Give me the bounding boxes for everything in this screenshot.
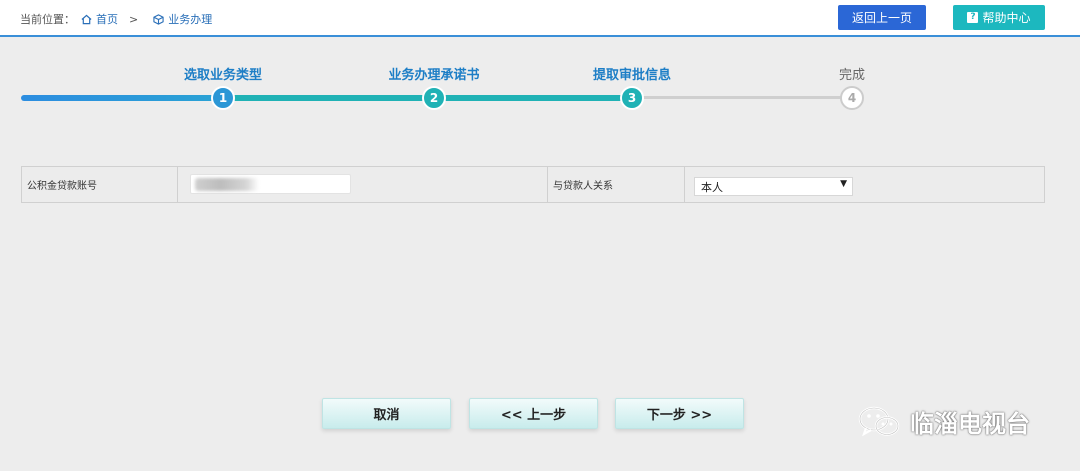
progress-track-remaining [632, 96, 854, 99]
help-icon: ? [967, 12, 979, 23]
wechat-icon [858, 406, 900, 436]
top-header: 当前位置： 首页 > 业务办理 返回上一页 ? 帮助中心 [0, 0, 1080, 37]
step-3-label: 提取审批信息 [592, 68, 672, 83]
account-input[interactable] [190, 174, 351, 194]
help-center-label: 帮助中心 [982, 11, 1031, 25]
account-label: 公积金贷款账号 [22, 167, 178, 202]
home-icon [81, 14, 92, 24]
watermark: 临淄电视台 [858, 404, 1030, 439]
watermark-text: 临淄电视台 [910, 410, 1030, 438]
step-1-node: 1 [211, 86, 235, 110]
breadcrumb-current[interactable]: 业务办理 [147, 11, 212, 27]
help-center-button[interactable]: ? 帮助中心 [953, 5, 1045, 30]
cancel-button[interactable]: 取消 [322, 398, 451, 429]
breadcrumb: 当前位置： 首页 > 业务办理 [20, 11, 212, 27]
prev-step-button[interactable]: << 上一步 [469, 398, 598, 429]
step-1-label: 选取业务类型 [183, 68, 263, 83]
step-4-node: 4 [840, 86, 864, 110]
back-button[interactable]: 返回上一页 [838, 5, 926, 30]
breadcrumb-label: 当前位置： [20, 13, 75, 26]
progress-track-1 [21, 95, 226, 101]
next-step-button[interactable]: 下一步 >> [615, 398, 744, 429]
step-4-label: 完成 [838, 68, 866, 83]
step-2-node: 2 [422, 86, 446, 110]
step-3-node: 3 [620, 86, 644, 110]
relation-select[interactable]: 本人 ▼ [694, 177, 853, 196]
breadcrumb-separator: > [129, 12, 139, 26]
breadcrumb-current-label: 业务办理 [168, 13, 213, 26]
breadcrumb-home-label: 首页 [96, 13, 118, 26]
relation-select-value: 本人 [701, 180, 723, 194]
dropdown-arrow-icon: ▼ [840, 179, 847, 189]
form-row: 公积金贷款账号 与贷款人关系 [21, 166, 1045, 203]
cube-icon [153, 13, 164, 25]
step-2-label: 业务办理承诺书 [388, 68, 480, 83]
breadcrumb-home-link[interactable]: 首页 [75, 11, 118, 27]
relation-label: 与贷款人关系 [548, 167, 685, 202]
account-value-blurred [195, 178, 259, 191]
